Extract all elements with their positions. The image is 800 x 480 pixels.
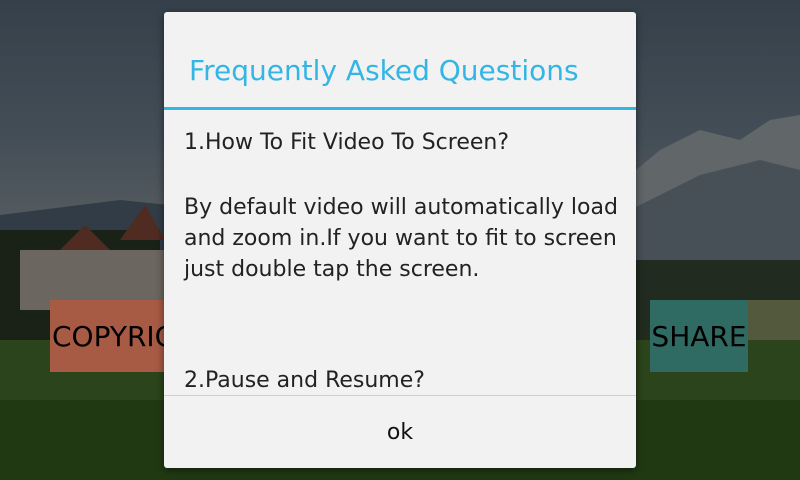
faq-answer-1: By default video will automatically load… [184,195,618,282]
faq-question-1: 1.How To Fit Video To Screen? [184,130,510,155]
share-button[interactable]: SHARE [650,300,748,372]
faq-scroll-area[interactable]: 1.How To Fit Video To Screen? By default… [164,110,636,390]
dialog-title: Frequently Asked Questions [189,54,579,87]
faq-question-2: 2.Pause and Resume? [184,368,425,390]
ok-button[interactable]: ok [164,396,636,468]
faq-dialog: Frequently Asked Questions 1.How To Fit … [164,12,636,468]
